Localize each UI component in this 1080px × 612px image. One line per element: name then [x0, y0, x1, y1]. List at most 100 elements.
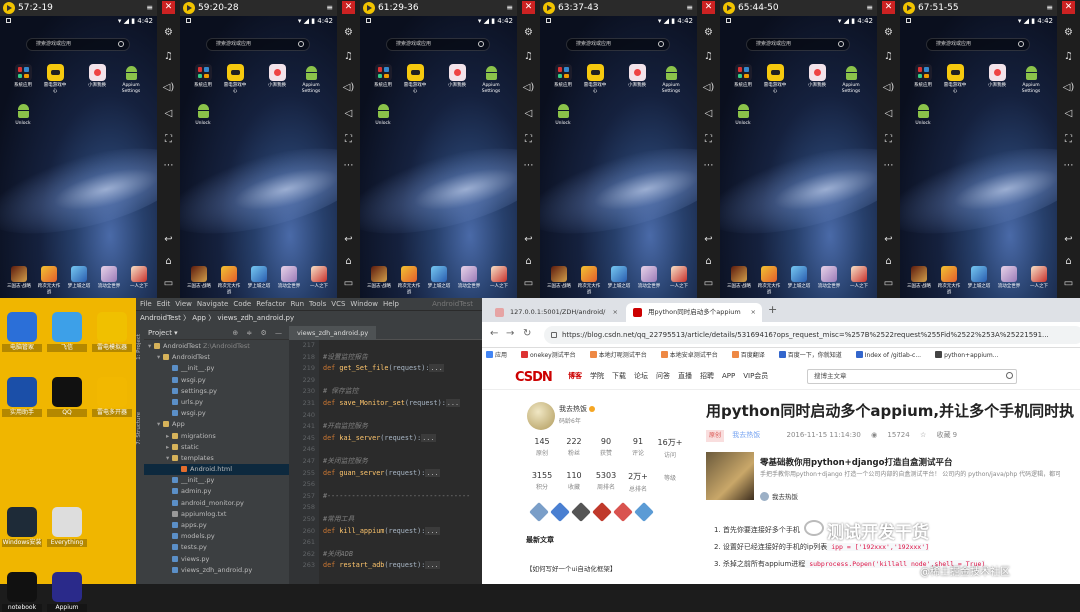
app-icon[interactable]: Appium Settings — [298, 64, 324, 95]
app-icon[interactable]: 系统应用 — [730, 64, 756, 89]
app-icon[interactable]: 系统应用 — [10, 64, 36, 89]
browser-tab[interactable]: 用python同时启动多个appium × — [626, 303, 762, 322]
nav-link[interactable]: 招聘 — [700, 372, 714, 380]
code-line[interactable] — [323, 410, 482, 422]
menu-item-refactor[interactable]: Refactor — [256, 300, 285, 308]
settings-icon[interactable]: ⚙ — [162, 26, 175, 39]
back-icon[interactable]: ↩ — [1062, 233, 1075, 246]
badge-icon[interactable] — [613, 502, 633, 522]
app-icon[interactable]: 雷电游戏中心 — [582, 64, 608, 95]
tree-item[interactable]: ▾ templates — [144, 453, 289, 464]
nav-link[interactable]: 下载 — [612, 372, 626, 380]
url-input[interactable]: https://blog.csdn.net/qq_22795513/articl… — [544, 326, 1080, 344]
app-icon[interactable]: Unlock — [730, 102, 756, 127]
android-screen[interactable]: ▾ ◢ ▮ 4:42 搜索游戏或应用 系统应用 雷电游戏中心 小湃我换 Appium Se… — [540, 16, 697, 298]
code-area[interactable]: #设置监控报告 def get_Set_file(request):... # 保存… — [323, 340, 482, 584]
project-dropdown[interactable]: Project — [148, 329, 172, 337]
code-line[interactable] — [323, 537, 482, 549]
blog-search-input[interactable]: 搜博主文章 — [807, 369, 1017, 384]
emulator-menu-icon[interactable]: ≡ — [1046, 0, 1053, 16]
dock-app-icon[interactable]: 跨次元大作战 — [756, 266, 782, 296]
emulator-menu-icon[interactable]: ≡ — [686, 0, 693, 16]
tree-item[interactable]: views_zdh_android.py — [144, 565, 289, 576]
dock-app-icon[interactable]: 三国志·战略 — [906, 266, 932, 290]
dock-app-icon[interactable]: 一人之下 — [846, 266, 872, 290]
code-line[interactable] — [323, 479, 482, 491]
close-icon[interactable]: ✕ — [162, 1, 175, 14]
app-icon[interactable]: 小湃我换 — [84, 64, 110, 89]
badge-icon[interactable] — [592, 502, 612, 522]
dock-app-icon[interactable]: 跨次元大作战 — [396, 266, 422, 296]
tree-item[interactable]: appiumlog.txt — [144, 509, 289, 520]
close-tab-icon[interactable]: × — [613, 303, 618, 322]
home-icon[interactable]: ⌂ — [1062, 255, 1075, 268]
tree-item[interactable]: apps.py — [144, 520, 289, 531]
code-line[interactable]: #关闭监控服务 — [323, 456, 482, 468]
nav-link[interactable]: 直播 — [678, 372, 692, 380]
badge-icon[interactable] — [550, 502, 570, 522]
home-icon[interactable]: ⌂ — [882, 255, 895, 268]
recent-apps-icon[interactable]: ▭ — [882, 277, 895, 290]
android-screen[interactable]: ▾ ◢ ▮ 4:42 搜索游戏或应用 系统应用 雷电游戏中心 小湃我换 Appium Se… — [0, 16, 157, 298]
more-icon[interactable]: ⋯ — [522, 159, 535, 172]
desktop-icon[interactable]: Everything — [47, 507, 87, 547]
author-avatar[interactable] — [527, 402, 555, 430]
back-icon[interactable]: ↩ — [702, 233, 715, 246]
tree-item[interactable]: settings.py — [144, 386, 289, 397]
dock-app-icon[interactable]: 三国志·战略 — [366, 266, 392, 290]
code-line[interactable]: def restart_adb(request):... — [323, 560, 482, 572]
editor-tab-views-zdh-android[interactable]: views_zdh_android.py — [289, 326, 377, 340]
stat-item[interactable]: 5303 周排名 — [590, 471, 622, 491]
project-tool-label[interactable]: 1: Project — [136, 334, 144, 360]
app-icon[interactable]: Unlock — [370, 102, 396, 127]
more-icon[interactable]: ⋯ — [702, 159, 715, 172]
menu-item-help[interactable]: Help — [383, 300, 399, 308]
menu-item-code[interactable]: Code — [233, 300, 251, 308]
close-icon[interactable]: ✕ — [342, 1, 355, 14]
dock-app-icon[interactable]: 一人之下 — [666, 266, 692, 290]
tree-item[interactable]: tests.py — [144, 542, 289, 553]
tree-item[interactable]: models.py — [144, 531, 289, 542]
home-icon[interactable]: ⌂ — [342, 255, 355, 268]
promo-author[interactable]: 我去热饭 — [760, 491, 798, 501]
android-search-box[interactable]: 搜索游戏或应用 — [386, 38, 490, 51]
app-icon[interactable]: Unlock — [10, 102, 36, 127]
tree-item[interactable]: __init__.py — [144, 475, 289, 486]
fullscreen-icon[interactable]: ⛶ — [1062, 133, 1075, 146]
tree-item[interactable]: urls.py — [144, 397, 289, 408]
tree-item[interactable]: ▾ AndroidTest — [144, 352, 289, 363]
desktop-icon[interactable]: 电脑管家 — [2, 312, 42, 352]
app-icon[interactable]: 系统应用 — [190, 64, 216, 89]
recent-apps-icon[interactable]: ▭ — [1062, 277, 1075, 290]
browser-tab[interactable]: 127.0.0.1:5001/ZDH/android/ × — [488, 303, 624, 322]
android-screen[interactable]: ▾ ◢ ▮ 4:42 搜索游戏或应用 系统应用 雷电游戏中心 小湃我换 Appium Se… — [900, 16, 1057, 298]
recent-apps-icon[interactable]: ▭ — [702, 277, 715, 290]
nav-link[interactable]: 问答 — [656, 372, 670, 380]
volume-up-icon[interactable]: ◁) — [522, 81, 535, 94]
folded-code[interactable]: ... — [429, 364, 444, 373]
menu-item-view[interactable]: View — [175, 300, 192, 308]
folded-code[interactable]: ... — [425, 468, 440, 477]
fullscreen-icon[interactable]: ⛶ — [162, 133, 175, 146]
settings-icon[interactable]: ⚙ — [1062, 26, 1075, 39]
code-line[interactable]: #关闭ADB — [323, 549, 482, 561]
code-line[interactable] — [323, 375, 482, 387]
folded-code[interactable]: ... — [425, 561, 440, 570]
desktop-icon[interactable]: Windows安装 — [2, 507, 42, 547]
app-icon[interactable]: 雷电游戏中心 — [42, 64, 68, 95]
tree-item[interactable]: admin.py — [144, 486, 289, 497]
bookmark-item[interactable]: 应用 — [486, 351, 514, 359]
dock-app-icon[interactable]: 三国志·战略 — [186, 266, 212, 290]
desktop-icon[interactable]: 雷电模拟器 — [92, 312, 132, 352]
app-icon[interactable]: 小湃我换 — [804, 64, 830, 89]
dock-app-icon[interactable]: 流动全世界 — [456, 266, 482, 290]
structure-tool-label[interactable]: 7: Structure — [136, 412, 144, 445]
meta-collect[interactable]: 收藏 9 — [936, 431, 957, 439]
tree-item[interactable]: ▾ App — [144, 419, 289, 430]
dock-app-icon[interactable]: 梦上城之塔 — [606, 266, 632, 290]
stat-item[interactable]: 145 原创 — [526, 437, 558, 457]
volume-up-icon[interactable]: ♫ — [162, 50, 175, 63]
folded-code[interactable]: ... — [421, 433, 436, 442]
project-panel-header[interactable]: Project ▾ ⊕ ≑ ⚙ — — [144, 326, 289, 340]
menu-item-vcs[interactable]: VCS — [331, 300, 345, 308]
